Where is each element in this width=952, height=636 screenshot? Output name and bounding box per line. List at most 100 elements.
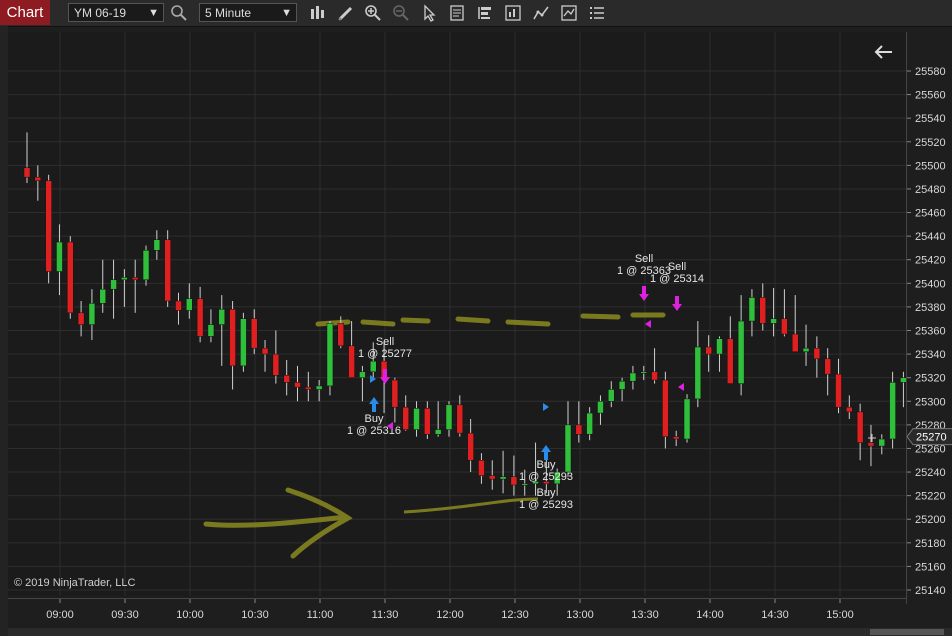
properties-icon[interactable]: [448, 4, 466, 22]
candle: [478, 453, 485, 484]
time-axis[interactable]: 09:00 09:30 10:00 10:30 11:00 11:30 12:00 12:30…: [8, 598, 906, 629]
pencil-icon[interactable]: [337, 4, 355, 22]
candle-body: [521, 483, 528, 486]
x-tick-label: 15:00: [826, 609, 854, 621]
sell-arrow-icon: [672, 296, 682, 311]
candle-body: [672, 436, 680, 440]
chevron-down-icon: ▼: [148, 7, 159, 19]
candle: [67, 236, 74, 319]
candle: [878, 434, 886, 455]
interval-select[interactable]: 5 Minute ▼: [199, 3, 297, 22]
data-box-icon[interactable]: [560, 4, 578, 22]
candle: [846, 395, 853, 419]
candle: [813, 336, 821, 378]
candle-body: [846, 406, 853, 413]
candle-body: [186, 298, 193, 311]
left-strip: [0, 26, 8, 636]
candle-body: [337, 323, 345, 347]
zoom-out-icon[interactable]: [392, 4, 410, 22]
instrument-select[interactable]: YM 06-19 ▼: [68, 3, 164, 22]
candle: [510, 455, 518, 496]
candle-body: [196, 298, 204, 337]
price-axis[interactable]: 25580 25560 25540 25520 25500 25480 25460 25440…: [906, 32, 952, 604]
candle: [110, 259, 117, 319]
candle: [240, 312, 247, 372]
candle: [662, 371, 669, 449]
y-tick-label: 25380: [915, 302, 946, 314]
x-tick-label: 10:00: [176, 609, 204, 621]
horizontal-scrollbar[interactable]: [8, 628, 952, 636]
candle: [164, 230, 171, 307]
candle-body: [240, 318, 247, 367]
candle-body: [164, 239, 171, 302]
y-tick-label: 25360: [915, 326, 946, 338]
candle: [629, 365, 637, 390]
bar-type-icon[interactable]: [309, 4, 327, 22]
highlighter-dashed-line: [315, 312, 666, 327]
candle-body: [683, 398, 691, 440]
candle: [791, 295, 799, 352]
chart-tab[interactable]: Chart: [0, 0, 50, 25]
candle-body: [250, 318, 258, 349]
search-icon[interactable]: [170, 4, 188, 22]
sell-arrow-icon: [639, 286, 649, 301]
candle: [131, 259, 139, 313]
candle-body: [781, 318, 788, 335]
candle: [348, 321, 355, 378]
candle-body: [434, 429, 442, 435]
candle: [608, 381, 615, 408]
candle-body: [835, 373, 842, 408]
candle-body: [294, 382, 301, 388]
chevron-down-icon: ▼: [281, 7, 292, 19]
drawing-tools-icon[interactable]: [532, 4, 550, 22]
price-chart[interactable]: Sell1 @ 25277Buy1 @ 25316Buy1 @ 25293Buy…: [8, 32, 950, 596]
candle: [759, 283, 767, 331]
execution-price-label: 1 @ 25293: [519, 471, 573, 483]
sell-marker-icon: [678, 383, 684, 391]
candle-body: [67, 241, 74, 314]
candle-body: [748, 297, 756, 322]
candle: [835, 358, 842, 414]
scrollbar-thumb[interactable]: [870, 629, 944, 635]
candle-body: [131, 277, 139, 281]
x-tick-label: 10:30: [241, 609, 269, 621]
x-tick-label: 12:30: [501, 609, 529, 621]
candle: [564, 401, 572, 477]
zoom-in-icon[interactable]: [364, 4, 382, 22]
candle: [261, 339, 269, 372]
candle: [88, 289, 96, 340]
execution-price-label: 1 @ 25314: [650, 273, 704, 285]
strategies-icon[interactable]: [476, 4, 494, 22]
candle: [402, 395, 409, 431]
candle-body: [608, 389, 615, 402]
crosshair-cursor-icon: [868, 434, 876, 442]
candle-body: [770, 318, 777, 324]
execution-label: Sell: [668, 261, 686, 273]
candle-body: [272, 353, 280, 376]
candle-body: [402, 406, 409, 430]
buy-marker-icon: [543, 403, 549, 411]
candle-body: [369, 360, 377, 373]
y-tick-label: 25580: [915, 66, 946, 78]
candle-body: [467, 432, 474, 461]
candle: [250, 309, 258, 355]
candle: [694, 321, 702, 408]
candle-body: [489, 475, 496, 480]
candle-body: [856, 411, 864, 443]
candle-body: [359, 371, 366, 378]
list-icon[interactable]: [588, 4, 606, 22]
candle-body: [424, 408, 431, 435]
buy-arrow-icon: [369, 397, 379, 412]
execution-label: Buy: [537, 487, 556, 499]
indicators-icon[interactable]: [504, 4, 522, 22]
candle: [445, 401, 453, 437]
candle-body: [759, 297, 767, 324]
chart-panel[interactable]: Sell 1 @ 25277 Buy 1 @ 25316 Buy 1 @ 25293 Buy…: [8, 32, 950, 596]
candle-body: [315, 385, 323, 390]
candle: [727, 316, 734, 384]
candle: [424, 401, 431, 440]
pointer-icon[interactable]: [420, 4, 438, 22]
candles: [23, 132, 950, 496]
y-tick-label: 25260: [915, 443, 946, 455]
buy-execution: Buy1 @ 25293: [519, 487, 573, 511]
